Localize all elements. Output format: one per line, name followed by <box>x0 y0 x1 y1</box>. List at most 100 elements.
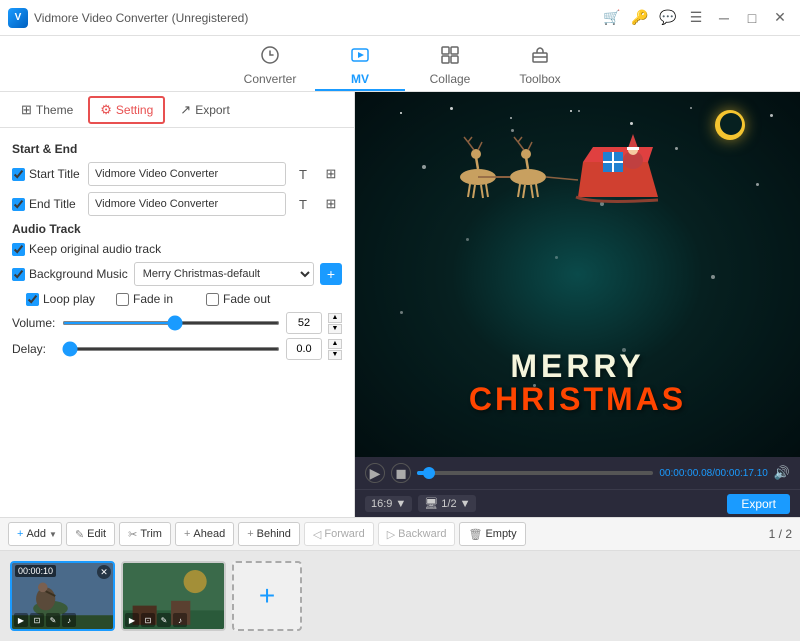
end-title-grid-icon[interactable]: ⊞ <box>320 193 342 215</box>
delay-down-btn[interactable]: ▼ <box>328 350 342 360</box>
play-btn[interactable]: ▶ <box>365 463 385 483</box>
stop-btn[interactable]: ◼ <box>391 463 411 483</box>
timeline-item-1[interactable]: 00:00:10 ✕ ▶ ⊡ ✎ ♪ <box>10 561 115 631</box>
aspect-ratio-btn[interactable]: 16:9 ▼ <box>365 496 412 512</box>
backward-label: Backward <box>398 528 446 540</box>
tl2-crop-icon[interactable]: ⊡ <box>141 613 155 627</box>
sub-tab-theme[interactable]: ⊞ Theme <box>10 97 84 123</box>
fade-out-checkbox[interactable] <box>206 293 219 306</box>
app-title: Vidmore Video Converter (Unregistered) <box>34 11 248 25</box>
volume-value[interactable] <box>286 312 322 334</box>
volume-down-btn[interactable]: ▼ <box>328 324 342 334</box>
ahead-label: Ahead <box>193 528 225 540</box>
fade-in-label: Fade in <box>116 292 186 306</box>
volume-spinner: ▲ ▼ <box>328 313 342 334</box>
volume-slider[interactable] <box>62 321 280 325</box>
edit-btn[interactable]: ✎ Edit <box>66 522 115 546</box>
sub-tab-setting[interactable]: ⚙ Setting <box>88 96 165 124</box>
bg-music-select[interactable]: Merry Christmas-default <box>134 262 314 286</box>
keep-audio-checkbox[interactable] <box>12 243 25 256</box>
bg-music-add-btn[interactable]: + <box>320 263 342 285</box>
tl-crop-icon[interactable]: ⊡ <box>30 613 44 627</box>
page-fraction-arrow: ▼ <box>460 498 471 510</box>
tab-collage-label: Collage <box>430 72 471 86</box>
title-bar: V Vidmore Video Converter (Unregistered)… <box>0 0 800 36</box>
chat-icon[interactable]: 💬 <box>656 6 680 30</box>
delay-up-btn[interactable]: ▲ <box>328 339 342 349</box>
start-title-checkbox[interactable] <box>12 168 25 181</box>
close-icon[interactable]: ✕ <box>768 6 792 30</box>
tl-edit-icon[interactable]: ✎ <box>46 613 60 627</box>
volume-up-btn[interactable]: ▲ <box>328 313 342 323</box>
ahead-icon: + <box>184 528 190 540</box>
cart-icon[interactable]: 🛒 <box>600 6 624 30</box>
loop-play-checkbox[interactable] <box>26 293 39 306</box>
time-display: 00:00:00.08/00:00:17.10 <box>659 468 767 479</box>
merry-text: MERRY <box>428 350 728 382</box>
export-btn[interactable]: Export <box>727 494 790 514</box>
start-title-grid-icon[interactable]: ⊞ <box>320 163 342 185</box>
player-bottom-bar: 16:9 ▼ 🖥 1/2 ▼ Export <box>355 489 800 517</box>
theme-grid-icon: ⊞ <box>21 102 32 118</box>
delay-slider[interactable] <box>62 347 280 351</box>
forward-icon: ◁ <box>313 528 321 541</box>
fade-in-checkbox[interactable] <box>116 293 129 306</box>
add-btn[interactable]: + Add ▼ <box>8 522 62 546</box>
key-icon[interactable]: 🔑 <box>628 6 652 30</box>
trim-label: Trim <box>140 528 162 540</box>
bg-music-checkbox[interactable] <box>12 268 25 281</box>
tl-audio-icon[interactable]: ♪ <box>62 613 76 627</box>
main-area: ⊞ Theme ⚙ Setting ↗ Export Start & End S… <box>0 92 800 517</box>
sub-tab-export[interactable]: ↗ Export <box>169 97 241 123</box>
tl2-play-icon[interactable]: ▶ <box>125 613 139 627</box>
app-logo: V <box>8 8 28 28</box>
delay-row: Delay: ▲ ▼ <box>12 338 342 360</box>
volume-label: Volume: <box>12 316 56 330</box>
volume-control-icon[interactable]: 🔊 <box>774 465 790 481</box>
delay-value[interactable] <box>286 338 322 360</box>
tab-collage[interactable]: Collage <box>405 41 495 91</box>
trim-btn[interactable]: ✂ Trim <box>119 522 171 546</box>
timeline-item-2[interactable]: ▶ ⊡ ✎ ♪ <box>121 561 226 631</box>
trash-icon: 🗑 <box>468 528 482 541</box>
tab-toolbox[interactable]: Toolbox <box>495 41 585 91</box>
forward-btn[interactable]: ◁ Forward <box>304 522 374 546</box>
volume-row: Volume: ▲ ▼ <box>12 312 342 334</box>
ahead-btn[interactable]: + Ahead <box>175 522 234 546</box>
end-title-input[interactable] <box>88 192 286 216</box>
behind-label: Behind <box>257 528 291 540</box>
sub-tab-export-label: Export <box>195 103 230 117</box>
loop-play-label: Loop play <box>26 292 96 306</box>
backward-btn[interactable]: ▷ Backward <box>378 522 456 546</box>
timeline-add-btn[interactable]: + <box>232 561 302 631</box>
behind-icon: + <box>247 528 253 540</box>
aspect-ratio-arrow: ▼ <box>395 498 406 510</box>
export-icon: ↗ <box>180 102 191 118</box>
progress-bar[interactable] <box>417 471 653 475</box>
end-title-checkbox[interactable] <box>12 198 25 211</box>
start-title-font-icon[interactable]: T <box>292 163 314 185</box>
tl-play-icon[interactable]: ▶ <box>14 613 28 627</box>
tl2-audio-icon[interactable]: ♪ <box>173 613 187 627</box>
behind-btn[interactable]: + Behind <box>238 522 300 546</box>
start-title-row: Start Title T ⊞ <box>12 162 342 186</box>
tab-mv-label: MV <box>351 72 369 86</box>
restore-icon[interactable]: □ <box>740 6 764 30</box>
tl2-edit-icon[interactable]: ✎ <box>157 613 171 627</box>
menu-icon[interactable]: ☰ <box>684 6 708 30</box>
tab-converter[interactable]: Converter <box>225 41 315 91</box>
converter-icon <box>260 45 280 70</box>
minimize-icon[interactable]: ─ <box>712 6 736 30</box>
toolbox-icon <box>530 45 550 70</box>
audio-options: Loop play Fade in Fade out <box>12 292 342 306</box>
monitor-icon: 🖥 <box>424 497 438 510</box>
timeline-close-1[interactable]: ✕ <box>97 565 111 579</box>
page-fraction-value: 1/2 <box>441 498 456 510</box>
start-title-input[interactable] <box>88 162 286 186</box>
preview-background: MERRY CHRISTMAS <box>355 92 800 457</box>
empty-btn[interactable]: 🗑 Empty <box>459 522 525 546</box>
tab-mv[interactable]: MV <box>315 41 405 91</box>
monitor-btn[interactable]: 🖥 1/2 ▼ <box>418 495 476 512</box>
end-title-font-icon[interactable]: T <box>292 193 314 215</box>
aspect-ratio-value: 16:9 <box>371 498 392 510</box>
